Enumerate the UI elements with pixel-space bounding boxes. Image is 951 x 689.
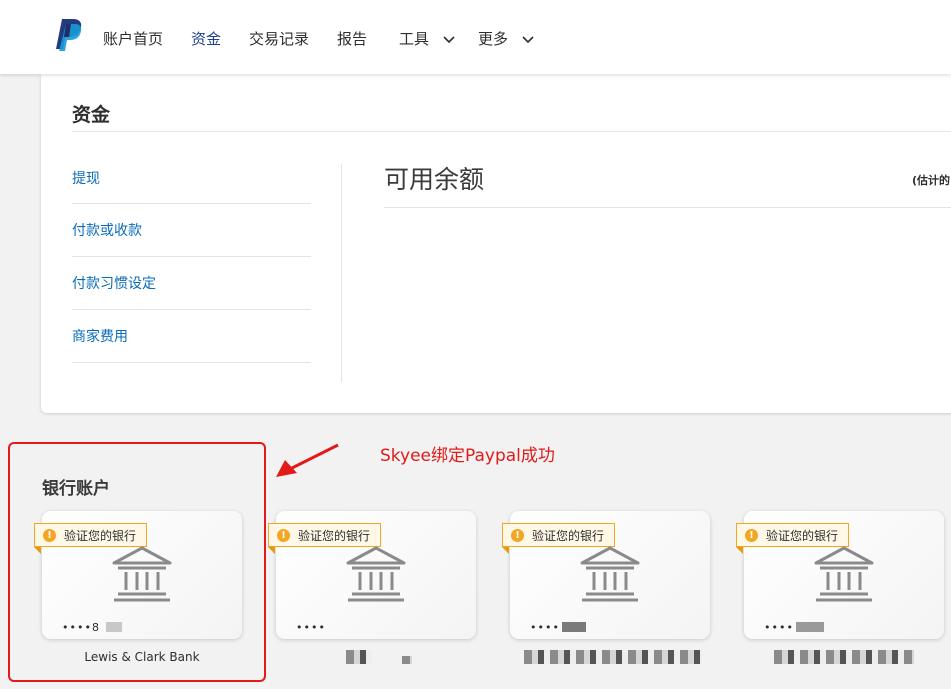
bank-card[interactable]: ! 验证您的银行 •••• bbox=[736, 511, 944, 639]
masked-account-number: •••• bbox=[764, 621, 794, 634]
nav-transactions[interactable]: 交易记录 bbox=[249, 28, 309, 49]
nav-account-home-label: 账户首页 bbox=[103, 30, 164, 48]
funds-title: 资金 bbox=[72, 104, 111, 126]
nav-reports-label: 报告 bbox=[337, 30, 368, 48]
pay-or-receive-link[interactable]: 付款或收款 bbox=[72, 220, 142, 240]
bank-icon bbox=[112, 546, 172, 602]
verify-bank-label: 验证您的银行 bbox=[298, 528, 371, 543]
paypal-logo[interactable] bbox=[55, 18, 85, 52]
masked-account-number: •••• bbox=[530, 621, 560, 634]
nav-funds-label: 资金 bbox=[191, 30, 222, 48]
divider bbox=[384, 207, 951, 208]
divider bbox=[72, 203, 311, 204]
verify-bank-badge[interactable]: ! 验证您的银行 bbox=[34, 523, 148, 554]
redacted-bank-name bbox=[346, 650, 372, 664]
warning-icon: ! bbox=[43, 528, 56, 542]
nav-transactions-label: 交易记录 bbox=[249, 30, 310, 48]
masked-account-number: ••••8 bbox=[62, 621, 100, 634]
redacted-bank-name bbox=[402, 656, 412, 664]
available-balance-title: 可用余额 bbox=[384, 165, 485, 194]
arrow-annotation bbox=[276, 443, 339, 477]
warning-icon: ! bbox=[745, 528, 758, 542]
bank-icon bbox=[346, 546, 406, 602]
annotation-text: Skyee绑定Paypal成功 bbox=[380, 446, 555, 466]
redaction-mark bbox=[106, 622, 122, 632]
chevron-down-icon bbox=[522, 35, 534, 43]
verify-bank-label: 验证您的银行 bbox=[532, 528, 605, 543]
redaction-mark bbox=[562, 622, 586, 632]
bank-icon bbox=[814, 546, 874, 602]
nav-more[interactable]: 更多 bbox=[478, 28, 535, 49]
bank-accounts-heading: 银行账户 bbox=[42, 479, 110, 499]
bank-name: Lewis & Clark Bank bbox=[84, 650, 200, 664]
top-navigation-bar: 账户首页 资金 交易记录 报告 工具 更多 bbox=[0, 0, 951, 74]
nav-more-label: 更多 bbox=[478, 30, 509, 48]
balance-estimate-note: (估计的 bbox=[912, 174, 951, 187]
divider bbox=[72, 362, 311, 363]
warning-icon: ! bbox=[277, 528, 290, 542]
nav-reports[interactable]: 报告 bbox=[337, 28, 367, 49]
divider bbox=[72, 309, 311, 310]
chevron-down-icon bbox=[443, 35, 455, 43]
nav-tools[interactable]: 工具 bbox=[399, 28, 456, 49]
redaction-mark bbox=[796, 622, 824, 632]
divider bbox=[341, 164, 342, 382]
masked-account-number: •••• bbox=[296, 621, 326, 634]
bank-card[interactable]: ! 验证您的银行 ••••8 bbox=[34, 511, 242, 639]
nav-account-home[interactable]: 账户首页 bbox=[103, 28, 163, 49]
verify-bank-label: 验证您的银行 bbox=[766, 528, 839, 543]
bank-card[interactable]: ! 验证您的银行 •••• bbox=[268, 511, 476, 639]
withdraw-link[interactable]: 提现 bbox=[72, 168, 100, 188]
merchant-fees-link[interactable]: 商家费用 bbox=[72, 326, 128, 346]
verify-bank-badge[interactable]: ! 验证您的银行 bbox=[736, 523, 850, 554]
bank-icon bbox=[580, 546, 640, 602]
redacted-bank-name bbox=[774, 650, 914, 664]
divider bbox=[72, 131, 951, 132]
redacted-bank-name bbox=[524, 650, 702, 664]
verify-bank-badge[interactable]: ! 验证您的银行 bbox=[502, 523, 616, 554]
verify-bank-badge[interactable]: ! 验证您的银行 bbox=[268, 523, 382, 554]
funds-panel: 资金 提现 付款或收款 付款习惯设定 商家费用 可用余额 (估计的 bbox=[41, 74, 951, 413]
nav-tools-label: 工具 bbox=[399, 30, 430, 48]
warning-icon: ! bbox=[511, 528, 524, 542]
verify-bank-label: 验证您的银行 bbox=[64, 528, 137, 543]
bank-card[interactable]: ! 验证您的银行 •••• bbox=[502, 511, 710, 639]
nav-funds[interactable]: 资金 bbox=[191, 28, 221, 49]
payment-preferences-link[interactable]: 付款习惯设定 bbox=[72, 273, 156, 293]
divider bbox=[72, 256, 311, 257]
